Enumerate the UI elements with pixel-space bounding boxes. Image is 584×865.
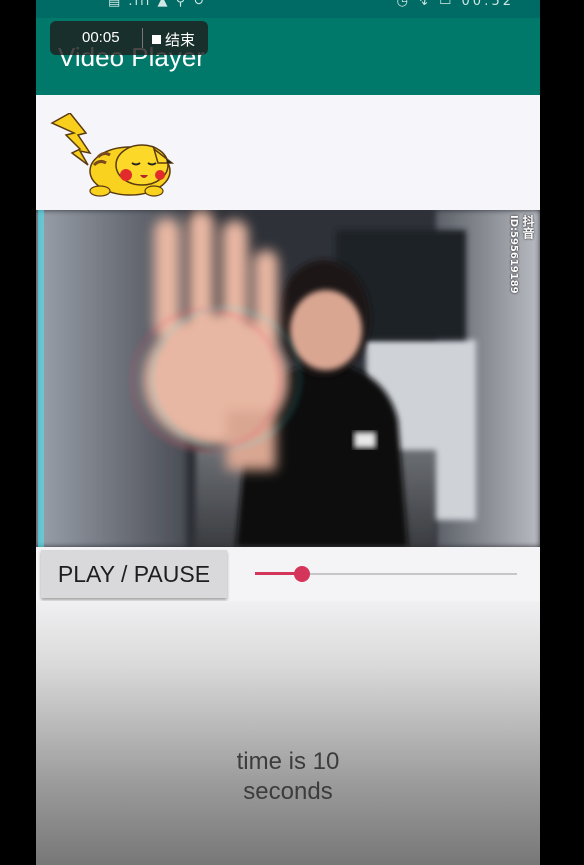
elapsed-time-line-1: time is 10 xyxy=(236,748,340,775)
watermark-app-name: 抖音 xyxy=(521,215,535,239)
recording-elapsed-time: 00:05 xyxy=(82,29,120,46)
screen-recording-chip[interactable]: 00:05 结束 xyxy=(50,21,208,55)
divider xyxy=(142,28,143,48)
status-bar-left-icons: ▤ .ıll ▲ ⚲ ↻ xyxy=(108,0,207,9)
elapsed-time-label: time is 10 seconds xyxy=(36,747,540,807)
header-image-area xyxy=(36,95,540,210)
info-area: time is 10 seconds xyxy=(36,601,540,865)
elapsed-time-line-2: seconds xyxy=(243,778,333,805)
play-pause-button[interactable]: PLAY / PAUSE xyxy=(41,550,227,598)
watermark-id: ID:595619189 xyxy=(508,215,519,294)
app-screen: ▤ .ıll ▲ ⚲ ↻ ◷ ↯ ▭ 00:52 Video Player 00… xyxy=(36,0,540,865)
stop-icon xyxy=(152,35,161,44)
playback-controls: PLAY / PAUSE xyxy=(36,547,540,601)
seek-thumb[interactable] xyxy=(294,566,311,582)
video-watermark: 抖音 ID:595619189 xyxy=(507,215,537,305)
pikachu-sleeping-image xyxy=(50,113,174,197)
stop-recording-button[interactable]: 结束 xyxy=(144,29,195,50)
status-bar-right-icons: ◷ ↯ ▭ 00:52 xyxy=(396,0,514,9)
stop-recording-label: 结束 xyxy=(165,31,196,49)
video-view[interactable]: 抖音 ID:595619189 xyxy=(36,210,540,547)
video-frame xyxy=(36,210,540,547)
seek-bar[interactable] xyxy=(255,562,517,586)
status-bar: ▤ .ıll ▲ ⚲ ↻ ◷ ↯ ▭ 00:52 xyxy=(36,0,540,18)
